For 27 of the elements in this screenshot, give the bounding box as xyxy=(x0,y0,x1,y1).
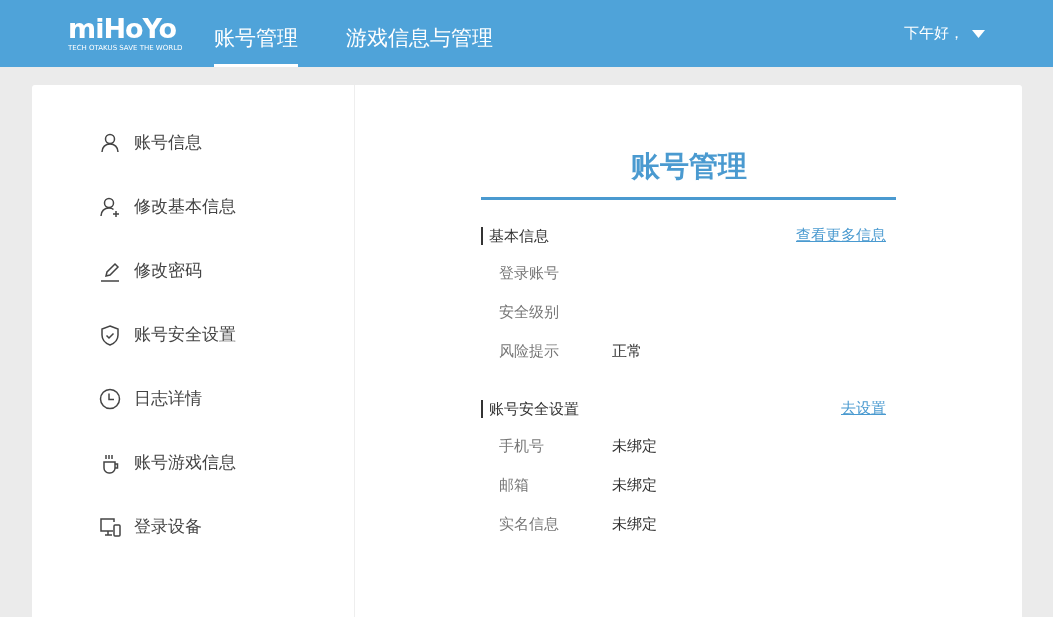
field-value: 未绑定 xyxy=(612,474,657,496)
shield-check-icon xyxy=(98,323,122,347)
field-label: 风险提示 xyxy=(499,340,560,362)
section-title: 基本信息 xyxy=(481,226,549,245)
field-label: 实名信息 xyxy=(499,513,560,535)
caret-icon[interactable] xyxy=(972,29,985,38)
person-icon xyxy=(98,131,122,155)
sidebar-item[interactable]: 修改基本信息 xyxy=(98,175,236,239)
sidebar-item[interactable]: 日志详情 xyxy=(98,367,202,431)
field-value: 正常 xyxy=(612,340,642,362)
clock-icon xyxy=(98,387,122,411)
add-person-icon xyxy=(98,195,122,219)
sidebar-item[interactable]: 修改密码 xyxy=(98,239,202,303)
sidebar-item[interactable]: 账号游戏信息 xyxy=(98,431,236,495)
sidebar-item[interactable]: 账号信息 xyxy=(98,111,202,175)
section-title: 账号安全设置 xyxy=(481,399,579,418)
sidebar-item[interactable]: 登录设备 xyxy=(98,495,202,559)
field-label: 登录账号 xyxy=(499,262,560,284)
field-label: 手机号 xyxy=(499,435,545,457)
field-label: 安全级别 xyxy=(499,301,560,323)
field-label: 邮箱 xyxy=(499,474,530,496)
devices-icon xyxy=(98,515,122,539)
greeting-text: 下午好， xyxy=(904,23,964,45)
sidebar-item[interactable]: 账号安全设置 xyxy=(98,303,236,367)
page-title: 账号管理 xyxy=(629,148,748,185)
field-value: 未绑定 xyxy=(612,513,657,535)
field-value: 未绑定 xyxy=(612,435,657,457)
